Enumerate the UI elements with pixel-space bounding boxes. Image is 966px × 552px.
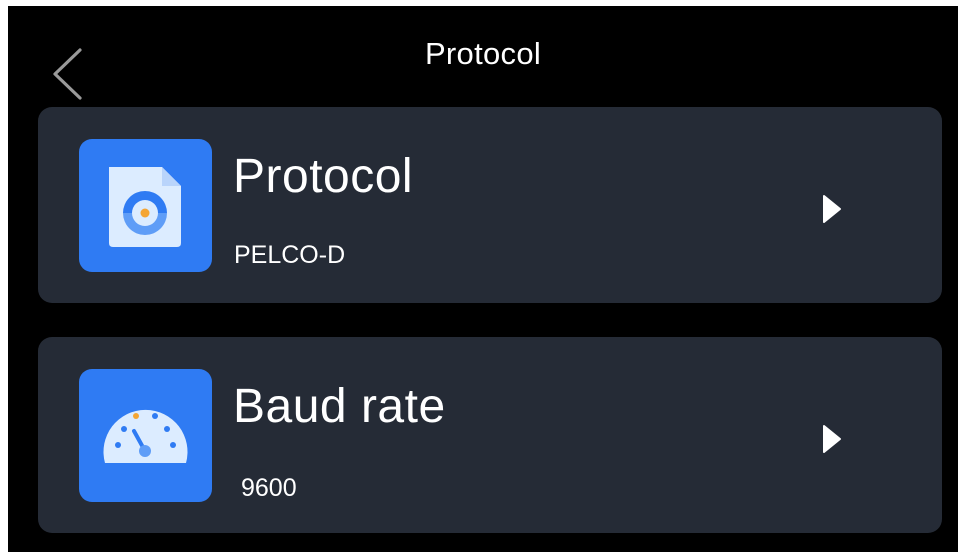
protocol-setting-card[interactable]: Protocol PELCO-D — [38, 107, 942, 303]
baud-rate-setting-card[interactable]: Baud rate 9600 — [38, 337, 942, 533]
speedometer-icon — [79, 369, 212, 502]
protocol-document-icon — [79, 139, 212, 272]
caret-right-icon — [821, 423, 843, 455]
protocol-value: PELCO-D — [234, 241, 346, 269]
caret-right-icon — [821, 193, 843, 225]
protocol-screen: Protocol Protocol PELCO-D Baud rate 9600 — [8, 6, 958, 552]
protocol-label: Protocol — [233, 150, 414, 203]
page-title: Protocol — [424, 36, 542, 71]
baud-rate-value: 9600 — [241, 474, 297, 502]
baud-rate-label: Baud rate — [233, 380, 446, 433]
